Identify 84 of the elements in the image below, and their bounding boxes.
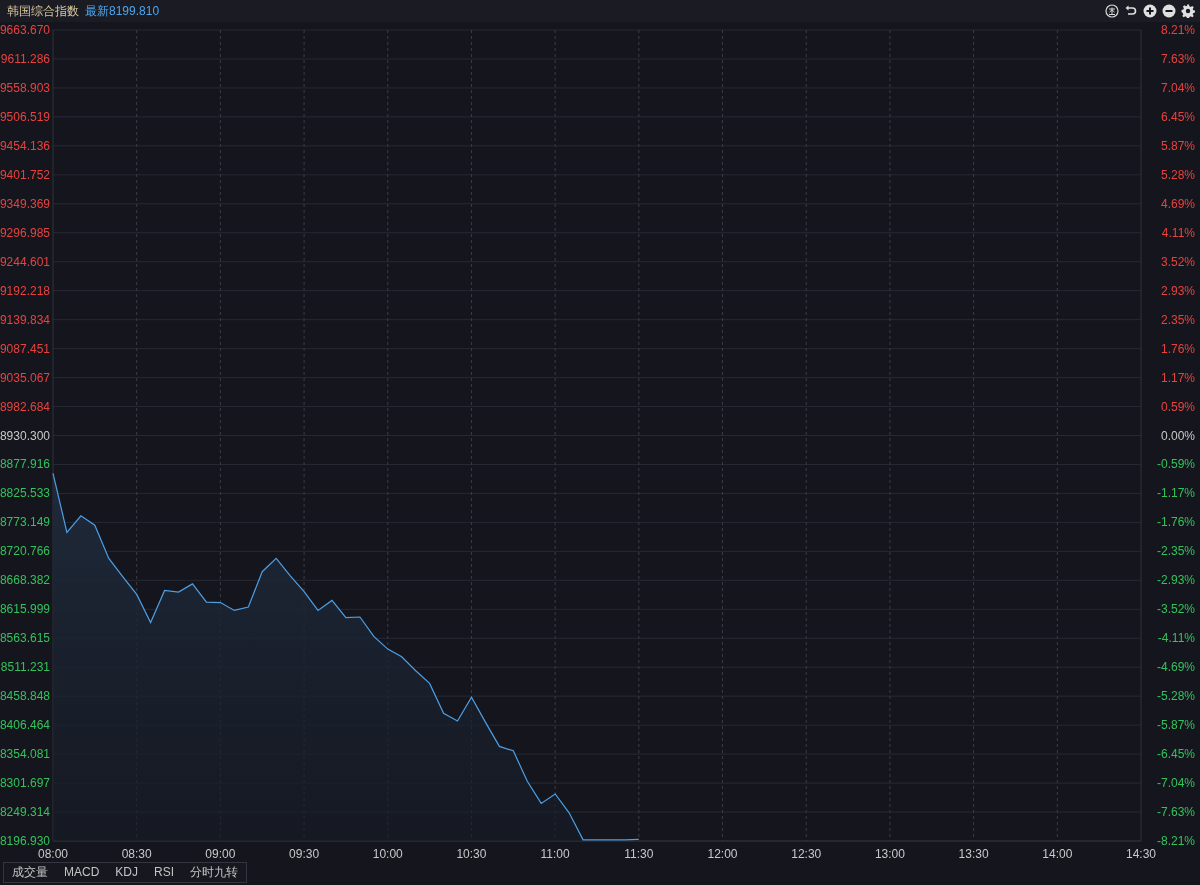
percent-axis-label: 4.69% [1160, 196, 1195, 211]
time-axis-label: 12:00 [707, 847, 738, 861]
time-axis-label: 10:00 [372, 847, 403, 861]
percent-axis-label: -7.63% [1156, 805, 1195, 820]
price-axis-label: 9349.369 [0, 196, 50, 211]
time-axis-label: 09:00 [205, 847, 236, 861]
price-axis-label: 8825.533 [0, 486, 50, 501]
price-axis-label: 9139.834 [0, 312, 50, 327]
price-axis-label: 9454.136 [0, 138, 50, 153]
plus-circle-icon[interactable] [1143, 4, 1157, 18]
indicator-tab[interactable]: 分时九转 [182, 863, 247, 882]
percent-axis-label: 6.45% [1160, 109, 1195, 124]
price-axis-label: 8930.300 [0, 428, 50, 443]
percent-axis-label: -1.17% [1156, 486, 1195, 501]
price-axis-label: 8720.766 [0, 544, 50, 559]
price-axis-label: 8982.684 [0, 399, 50, 414]
percent-axis-label: 2.35% [1160, 312, 1195, 327]
price-axis-label: 8354.081 [0, 747, 50, 762]
indicator-tab[interactable]: RSI [146, 863, 183, 882]
time-axis-label: 11:30 [624, 847, 654, 861]
time-axis-label: 13:30 [958, 847, 989, 861]
percent-axis-label: 7.04% [1160, 80, 1195, 95]
price-axis-label: 9296.985 [0, 225, 50, 240]
percent-axis-label: -8.21% [1156, 834, 1195, 848]
time-axis-label: 09:30 [289, 847, 320, 861]
percent-axis-label: 0.00% [1160, 428, 1195, 443]
percent-axis-label: -1.76% [1156, 515, 1195, 530]
percent-axis-label: 1.76% [1160, 341, 1195, 356]
price-axis-label: 8249.314 [0, 805, 50, 820]
price-axis-label: 9087.451 [0, 341, 50, 356]
percent-axis-label: -3.52% [1156, 602, 1195, 617]
settings-icon[interactable] [1181, 4, 1195, 18]
price-axis-label: 8668.382 [0, 573, 50, 588]
time-axis-label: 08:30 [121, 847, 152, 861]
percent-axis-label: -0.59% [1156, 457, 1195, 472]
time-axis-label: 08:00 [38, 847, 68, 861]
percent-axis-label: -2.93% [1156, 573, 1195, 588]
price-axis-label: 9192.218 [0, 283, 50, 298]
price-axis-label: 9611.286 [0, 51, 50, 66]
price-axis-label: 9401.752 [0, 167, 50, 182]
indicator-tab[interactable]: MACD [56, 863, 108, 882]
price-axis-label: 9035.067 [0, 370, 50, 385]
time-axis-label: 13:00 [874, 847, 905, 861]
percent-axis-label: 7.63% [1160, 51, 1195, 66]
time-axis-label: 10:30 [456, 847, 487, 861]
indicator-tab[interactable]: KDJ [107, 863, 146, 882]
price-axis-label: 8458.848 [0, 689, 50, 704]
time-axis-label: 14:30 [1126, 847, 1156, 861]
percent-axis-label: 1.17% [1160, 370, 1195, 385]
price-axis-label: 8563.615 [0, 631, 50, 646]
emblem-icon[interactable] [1105, 4, 1119, 18]
price-axis-label: 8301.697 [0, 776, 50, 791]
percent-axis-label: -6.45% [1156, 747, 1195, 762]
price-axis-label: 9663.670 [0, 23, 50, 37]
time-axis-label: 14:00 [1042, 847, 1073, 861]
price-axis-label: 9558.903 [0, 80, 50, 95]
percent-axis-label: -2.35% [1156, 544, 1195, 559]
price-axis-label: 9244.601 [0, 254, 50, 269]
percent-axis-label: 5.87% [1160, 138, 1195, 153]
percent-axis-label: 8.21% [1160, 23, 1195, 37]
percent-axis-label: -5.28% [1156, 689, 1195, 704]
latest-price: 最新8199.810 [85, 2, 160, 20]
percent-axis-label: 5.28% [1160, 167, 1195, 182]
price-axis-label: 8773.149 [0, 515, 50, 530]
price-axis-label: 8196.930 [0, 834, 50, 848]
time-axis-label: 12:30 [791, 847, 822, 861]
minus-circle-icon[interactable] [1162, 4, 1176, 18]
percent-axis-label: -4.11% [1157, 631, 1195, 646]
price-axis-label: 8615.999 [0, 602, 50, 617]
percent-axis-label: 2.93% [1160, 283, 1195, 298]
index-title: 韩国综合指数 [7, 2, 79, 20]
percent-axis-label: -7.04% [1156, 776, 1195, 791]
undo-icon[interactable] [1124, 4, 1138, 18]
price-axis-label: 8511.231 [0, 660, 50, 675]
percent-axis-label: 0.59% [1160, 399, 1195, 414]
percent-axis-label: 3.52% [1160, 254, 1195, 269]
price-axis-label: 8406.464 [0, 718, 50, 733]
price-axis-label: 9506.519 [0, 109, 50, 124]
time-axis-label: 11:00 [540, 847, 570, 861]
percent-axis-label: -4.69% [1156, 660, 1195, 675]
percent-axis-label: 4.11% [1161, 225, 1195, 240]
percent-axis-label: -5.87% [1156, 718, 1195, 733]
indicator-tab[interactable]: 成交量 [4, 863, 56, 882]
price-axis-label: 8877.916 [0, 457, 50, 472]
